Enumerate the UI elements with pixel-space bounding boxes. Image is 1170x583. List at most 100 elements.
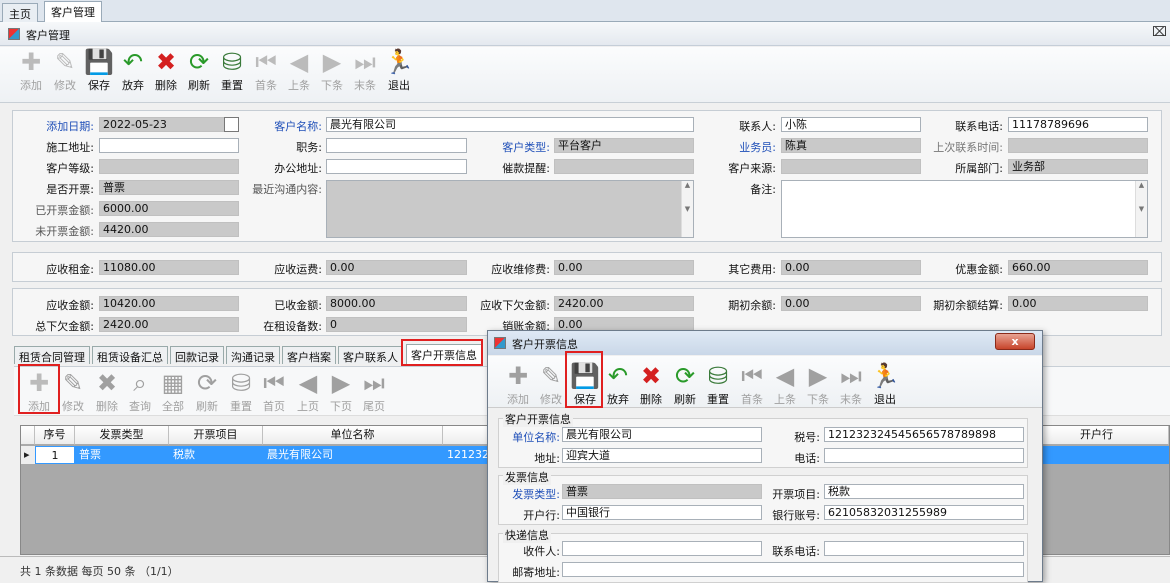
total-owed-field[interactable]: 2420.00 bbox=[99, 317, 239, 332]
prev-button[interactable]: ◀ 上条 bbox=[282, 47, 316, 93]
invoice-field[interactable]: 普票 bbox=[99, 180, 239, 195]
detail-query-button[interactable]: ⌕ 查询 bbox=[123, 368, 157, 414]
owed-field[interactable]: 2420.00 bbox=[554, 296, 694, 311]
scrollbar[interactable]: ▲ ▼ bbox=[681, 181, 693, 237]
repair-due-field[interactable]: 0.00 bbox=[554, 260, 694, 275]
dialog-reset-button[interactable]: ⛁ 重置 bbox=[701, 361, 735, 407]
detail-delete-button[interactable]: ✖ 删除 bbox=[90, 368, 124, 414]
tab-home[interactable]: 主页 bbox=[2, 3, 38, 22]
column-header[interactable]: 发票类型 bbox=[75, 426, 169, 445]
discard-button[interactable]: ↶ 放弃 bbox=[116, 47, 150, 93]
rented-field[interactable]: 0 bbox=[326, 317, 467, 332]
dialog-add-button[interactable]: ✚ 添加 bbox=[501, 361, 535, 407]
dialog-first-button[interactable]: ⏮ 首条 bbox=[735, 361, 769, 407]
last-contact-label: 上次联系时间: bbox=[933, 141, 1003, 154]
dialog-edit-button[interactable]: ✎ 修改 bbox=[534, 361, 568, 407]
table-cell[interactable]: 普票 bbox=[75, 446, 169, 464]
position-field[interactable] bbox=[326, 138, 467, 153]
dialog-discard-button[interactable]: ↶ 放弃 bbox=[601, 361, 635, 407]
tax-field[interactable]: 121232324545656578789898 bbox=[824, 427, 1024, 442]
tab-communications[interactable]: 沟通记录 bbox=[226, 346, 280, 364]
add-date-field[interactable]: 2022-05-23 bbox=[99, 117, 239, 132]
tab-lease-equipment[interactable]: 租赁设备汇总 bbox=[92, 346, 168, 364]
invoiced-amount-field[interactable]: 6000.00 bbox=[99, 201, 239, 216]
dialog-next-button[interactable]: ▶ 下条 bbox=[801, 361, 835, 407]
calendar-icon[interactable] bbox=[224, 117, 239, 132]
contact-field[interactable]: 小陈 bbox=[781, 117, 921, 132]
account-field[interactable]: 62105832031255989 bbox=[824, 505, 1024, 520]
phone-field[interactable]: 11178789696 bbox=[1008, 117, 1148, 132]
tab-customer-management[interactable]: 客户管理 bbox=[44, 1, 102, 22]
mail-addr-label: 邮寄地址: bbox=[512, 566, 560, 579]
dialog-delete-button[interactable]: ✖ 删除 bbox=[634, 361, 668, 407]
table-cell[interactable]: 行 bbox=[1025, 446, 1169, 464]
unit-field[interactable]: 晨光有限公司 bbox=[562, 427, 762, 442]
dept-field[interactable]: 业务部 bbox=[1008, 159, 1148, 174]
detail-edit-button[interactable]: ✎ 修改 bbox=[56, 368, 90, 414]
tel-field[interactable] bbox=[824, 448, 1024, 463]
delete-button[interactable]: ✖ 删除 bbox=[149, 47, 183, 93]
source-field[interactable] bbox=[781, 159, 921, 174]
uninvoiced-amount-field[interactable]: 4420.00 bbox=[99, 222, 239, 237]
salesman-field[interactable]: 陈真 bbox=[781, 138, 921, 153]
site-addr-field[interactable] bbox=[99, 138, 239, 153]
detail-first-page-button[interactable]: ⏮ 首页 bbox=[257, 368, 291, 414]
discount-field[interactable]: 660.00 bbox=[1008, 260, 1148, 275]
other-fee-field[interactable]: 0.00 bbox=[781, 260, 921, 275]
first-button[interactable]: ⏮ 首条 bbox=[249, 47, 283, 93]
addr-field[interactable]: 迎宾大道 bbox=[562, 448, 762, 463]
table-cell[interactable]: 晨光有限公司 bbox=[263, 446, 443, 464]
level-field[interactable] bbox=[99, 159, 239, 174]
column-header[interactable]: 单位名称 bbox=[263, 426, 443, 445]
customer-name-field[interactable]: 晨光有限公司 bbox=[326, 117, 694, 132]
received-field[interactable]: 8000.00 bbox=[326, 296, 467, 311]
last-button[interactable]: ⏭ 末条 bbox=[348, 47, 382, 93]
opening-settle-field[interactable]: 0.00 bbox=[1008, 296, 1148, 311]
inv-item-field[interactable]: 税款 bbox=[824, 484, 1024, 499]
tab-payments[interactable]: 回款记录 bbox=[170, 346, 224, 364]
mail-addr-field[interactable] bbox=[562, 562, 1024, 577]
column-header[interactable]: 开票项目 bbox=[169, 426, 263, 445]
close-icon[interactable]: ⌧ bbox=[1152, 25, 1167, 40]
detail-all-button[interactable]: ▦ 全部 bbox=[156, 368, 190, 414]
table-cell[interactable]: 税款 bbox=[169, 446, 263, 464]
rent-due-field[interactable]: 11080.00 bbox=[99, 260, 239, 275]
reminder-field[interactable] bbox=[554, 159, 694, 174]
tab-customer-contacts[interactable]: 客户联系人 bbox=[338, 346, 403, 364]
freight-due-field[interactable]: 0.00 bbox=[326, 260, 467, 275]
refresh-button[interactable]: ⟳ 刷新 bbox=[182, 47, 216, 93]
save-button[interactable]: 💾 保存 bbox=[82, 47, 116, 93]
detail-refresh-button[interactable]: ⟳ 刷新 bbox=[190, 368, 224, 414]
table-cell[interactable]: 1 bbox=[35, 446, 75, 464]
detail-last-page-button[interactable]: ⏭ 尾页 bbox=[357, 368, 391, 414]
scrollbar[interactable]: ▲ ▼ bbox=[1135, 181, 1147, 237]
column-header[interactable]: 开户行 bbox=[1025, 426, 1169, 445]
bank-field[interactable]: 中国银行 bbox=[562, 505, 762, 520]
edit-button[interactable]: ✎ 修改 bbox=[48, 47, 82, 93]
reset-button[interactable]: ⛁ 重置 bbox=[215, 47, 249, 93]
exit-button[interactable]: 🏃 退出 bbox=[382, 47, 416, 93]
office-addr-field[interactable] bbox=[326, 159, 467, 174]
receiver-field[interactable] bbox=[562, 541, 762, 556]
remark-field[interactable]: ▲ ▼ bbox=[781, 180, 1148, 238]
customer-type-field[interactable]: 平台客户 bbox=[554, 138, 694, 153]
detail-reset-button[interactable]: ⛁ 重置 bbox=[224, 368, 258, 414]
tab-customer-archive[interactable]: 客户档案 bbox=[282, 346, 336, 364]
dialog-prev-button[interactable]: ◀ 上条 bbox=[768, 361, 802, 407]
opening-field[interactable]: 0.00 bbox=[781, 296, 921, 311]
inv-type-field[interactable]: 普票 bbox=[562, 484, 762, 499]
add-button[interactable]: ✚ 添加 bbox=[14, 47, 48, 93]
next-button[interactable]: ▶ 下条 bbox=[315, 47, 349, 93]
recent-comm-field[interactable]: ▲ ▼ bbox=[326, 180, 694, 238]
due-field[interactable]: 10420.00 bbox=[99, 296, 239, 311]
dialog-refresh-button[interactable]: ⟳ 刷新 bbox=[668, 361, 702, 407]
tab-lease-contracts[interactable]: 租赁合同管理 bbox=[14, 346, 90, 364]
last-contact-field[interactable] bbox=[1008, 138, 1148, 153]
detail-prev-page-button[interactable]: ◀ 上页 bbox=[291, 368, 325, 414]
close-button[interactable]: x bbox=[995, 333, 1035, 350]
column-header[interactable]: 序号 bbox=[35, 426, 75, 445]
receiver-phone-field[interactable] bbox=[824, 541, 1024, 556]
dialog-exit-button[interactable]: 🏃 退出 bbox=[868, 361, 902, 407]
detail-next-page-button[interactable]: ▶ 下页 bbox=[324, 368, 358, 414]
dialog-last-button[interactable]: ⏭ 末条 bbox=[834, 361, 868, 407]
